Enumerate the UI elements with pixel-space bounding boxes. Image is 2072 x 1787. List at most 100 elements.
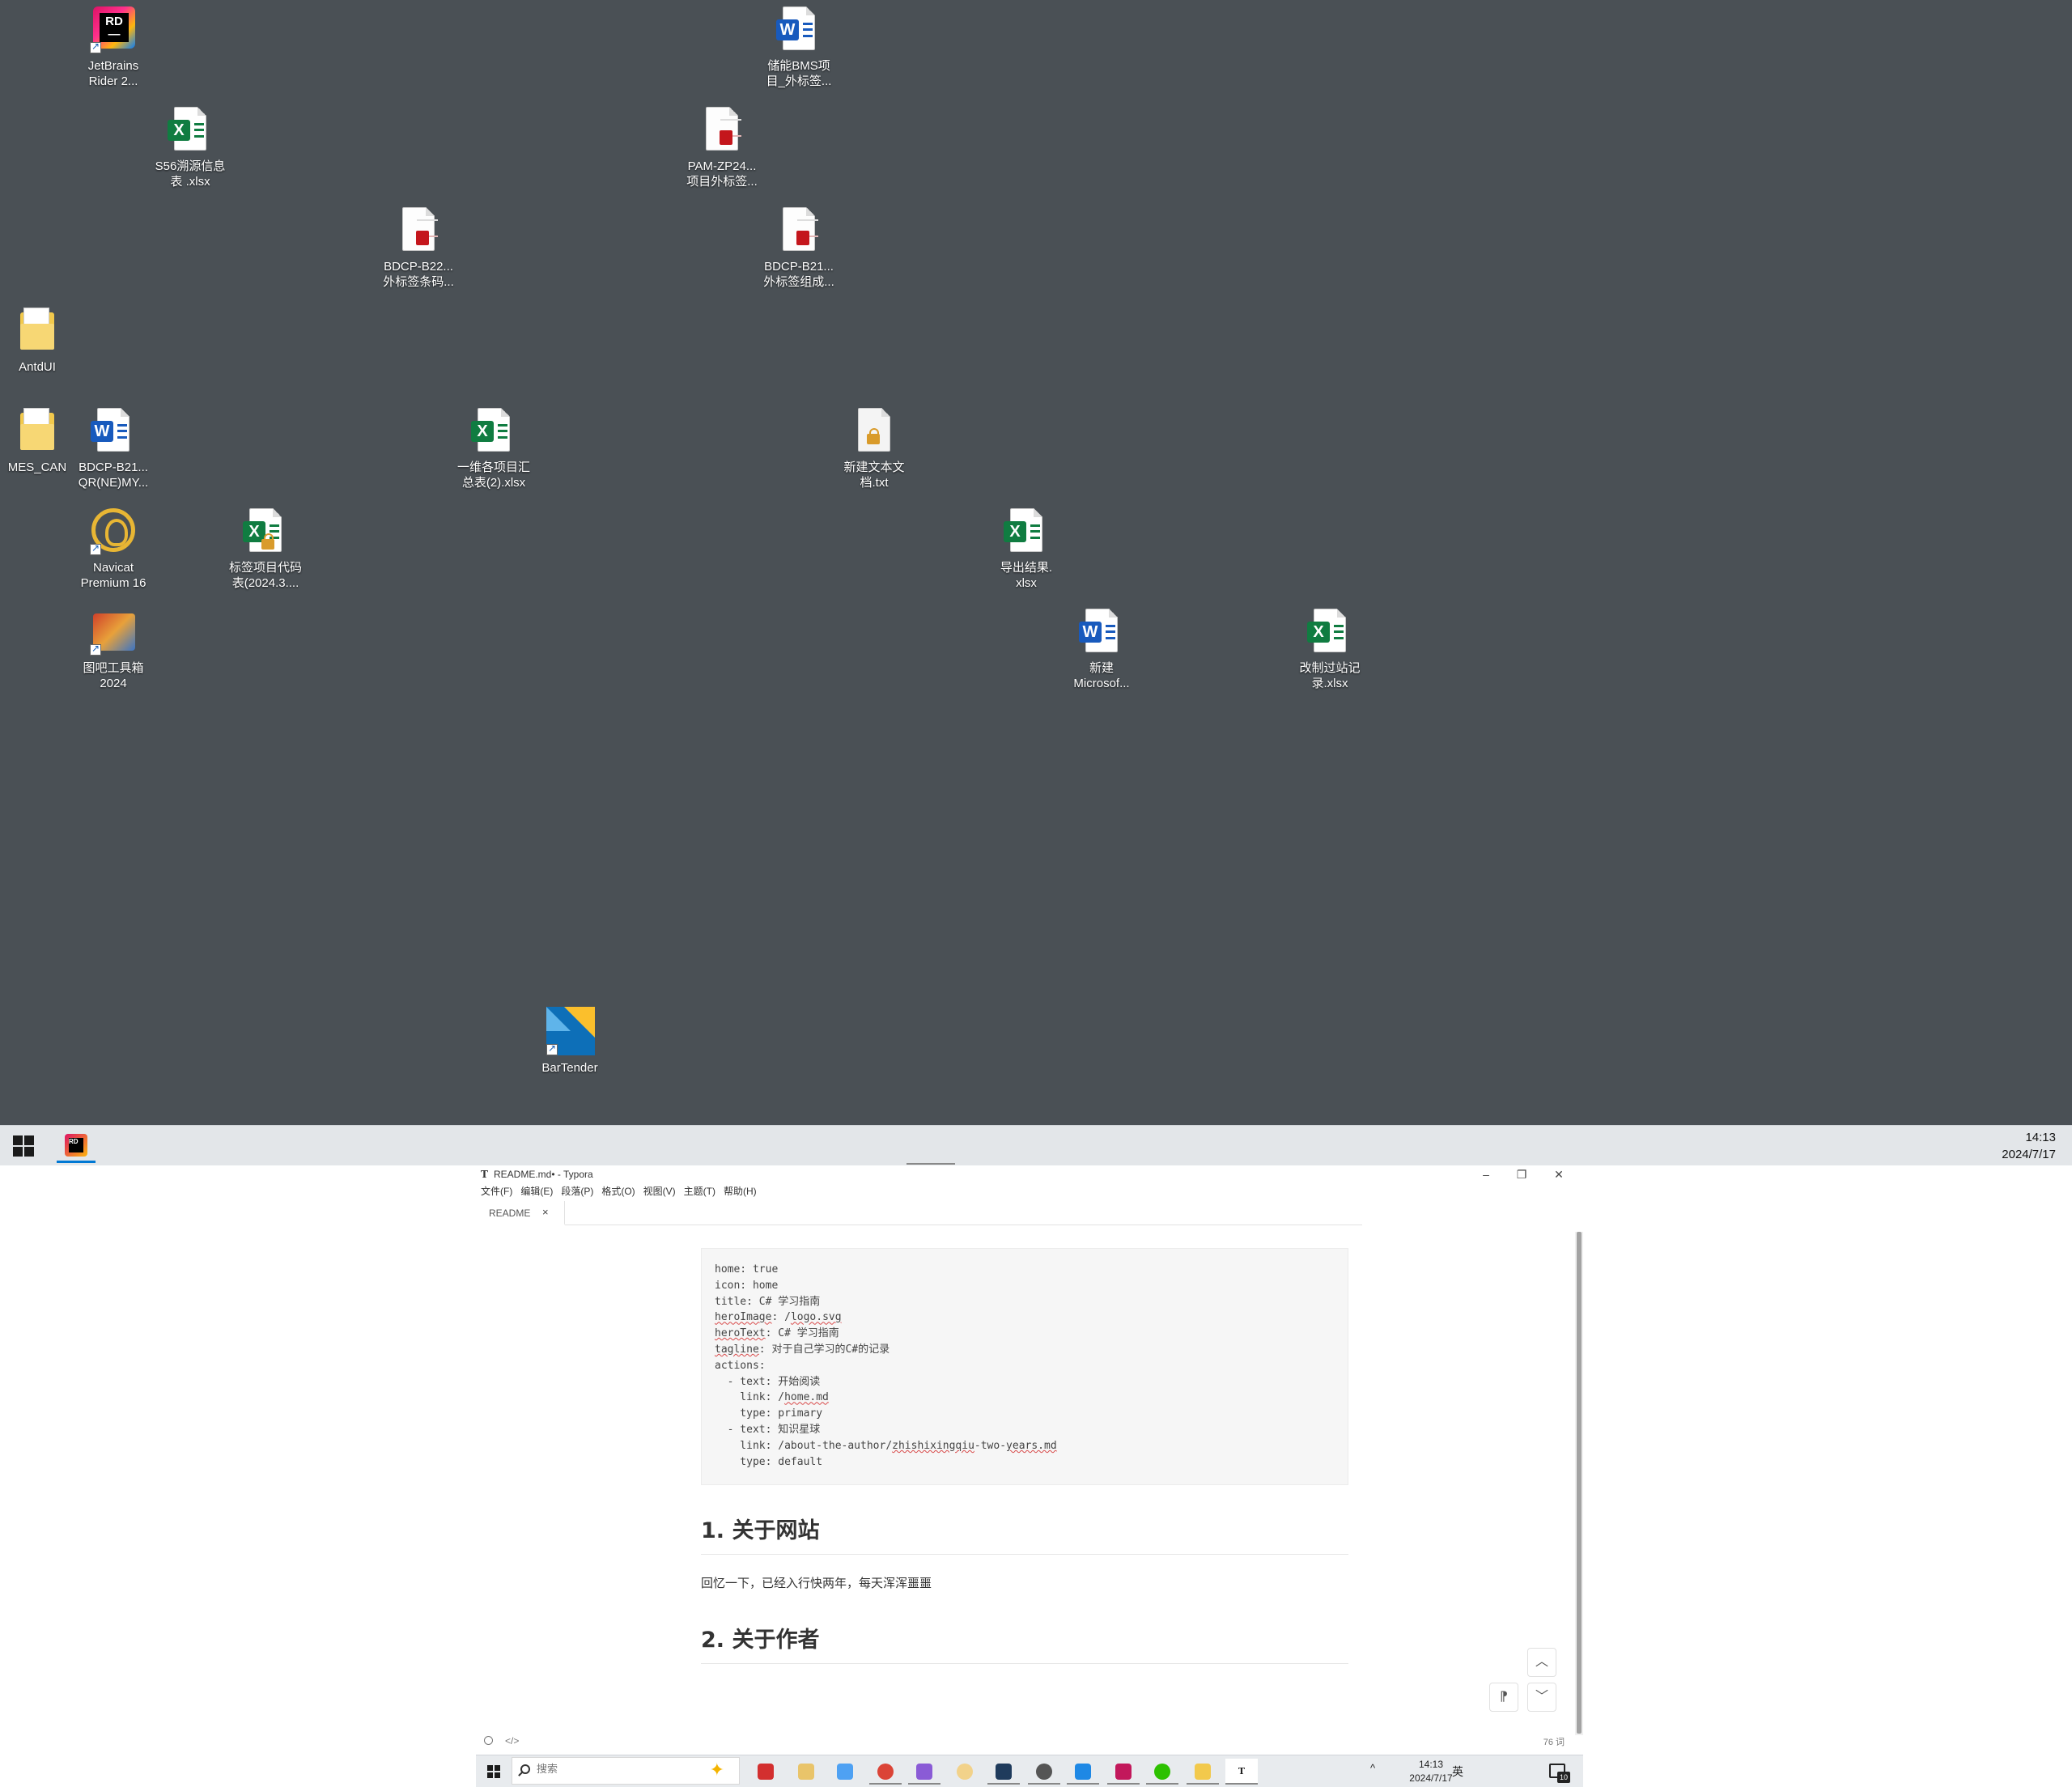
tray-overflow-chevron-icon[interactable]: ^ xyxy=(1370,1752,1375,1785)
code-line: type: default xyxy=(715,1454,1335,1471)
search-icon xyxy=(520,1764,530,1774)
close-button[interactable]: ✕ xyxy=(1541,1165,1577,1183)
desktop-icon-bartender[interactable]: BarTender xyxy=(525,1007,614,1076)
rider-icon xyxy=(65,1134,87,1157)
desktop-icon-new-word[interactable]: W 新建 Microsof... xyxy=(1057,607,1146,691)
spellcheck-flagged-word: heroImage xyxy=(715,1311,772,1324)
desktop-icon-label: 新建文本文 档.txt xyxy=(843,461,905,490)
typora-logo-icon: T xyxy=(481,1169,488,1180)
menu-themes[interactable]: 主题(T) xyxy=(680,1183,720,1199)
code-text: link: /about-the-author/ xyxy=(715,1439,893,1452)
taskbar-app-file-explorer[interactable] xyxy=(1187,1759,1219,1785)
word-doc-icon: W xyxy=(1076,607,1127,657)
code-line: heroImage: /logo.svg xyxy=(715,1309,1335,1326)
search-input[interactable] xyxy=(537,1763,658,1775)
copilot-sparkle-icon[interactable]: ✦ xyxy=(710,1759,724,1781)
taskbar-app-rider[interactable] xyxy=(1107,1759,1140,1785)
desktop-icon-bdcp-b21-doc[interactable]: W BDCP-B21... QR(NE)MY... xyxy=(69,406,158,490)
desktop-icon-bdcp-b22[interactable]: BDCP-B22... 外标签条码... xyxy=(374,206,463,290)
front-matter-code-block[interactable]: home: true icon: home title: C# 学习指南 heroIm… xyxy=(701,1248,1348,1486)
scroll-up-button[interactable]: ︿ xyxy=(1527,1648,1556,1677)
menu-format[interactable]: 格式(O) xyxy=(597,1183,639,1199)
word-count[interactable]: 76 词 xyxy=(1543,1735,1565,1748)
taskbar-app-wechat[interactable] xyxy=(1146,1759,1178,1785)
desktop-icon-antdui[interactable]: AntdUI xyxy=(0,306,82,375)
desktop-icon-pam-pdf[interactable]: PAM-ZP24... 项目外标签... xyxy=(677,105,766,189)
code-line: title: C# 学习指南 xyxy=(715,1294,1335,1310)
menu-edit[interactable]: 编辑(E) xyxy=(516,1183,557,1199)
scrollbar-thumb[interactable] xyxy=(1577,1232,1582,1734)
taskbar-app-chrome[interactable] xyxy=(869,1759,902,1785)
taskbar-app-typora[interactable]: T xyxy=(1225,1759,1258,1785)
desktop-icon-toolbox[interactable]: 图吧工具箱 2024 xyxy=(69,607,158,691)
spellcheck-flagged-word: home.md xyxy=(784,1391,829,1404)
scroll-down-button[interactable]: ﹀ xyxy=(1527,1683,1556,1712)
folder-icon xyxy=(12,406,62,456)
desktop-icon-s56-xlsx[interactable]: X S56溯源信息 表 .xlsx xyxy=(146,105,235,189)
code-text: type: primary xyxy=(715,1407,823,1420)
start-button[interactable] xyxy=(13,1135,34,1157)
bottom-taskbar: ✦ T ^ 14:13 2024/7/17 xyxy=(476,1755,1583,1787)
heading-about-author[interactable]: 2. 关于作者 xyxy=(701,1622,1348,1665)
taskbar-app-yellow[interactable] xyxy=(790,1759,822,1785)
taskbar-app-terminal[interactable] xyxy=(987,1759,1020,1785)
title-bar[interactable]: T README.md• - Typora – ❐ ✕ xyxy=(476,1165,1585,1183)
menu-view[interactable]: 视图(V) xyxy=(639,1183,680,1199)
monitor-edge-handle xyxy=(906,1163,955,1165)
editor-content[interactable]: home: true icon: home title: C# 学习指南 heroIm… xyxy=(701,1248,1348,1665)
code-text: : 对于自己学习的C#的记录 xyxy=(758,1343,890,1356)
minimize-button[interactable]: – xyxy=(1468,1165,1504,1183)
bartender-icon xyxy=(545,1007,595,1057)
desktop-icon-summary-xlsx[interactable]: X 一维各项目汇 总表(2).xlsx xyxy=(449,406,538,490)
taskbar-app-visual-studio[interactable] xyxy=(908,1759,940,1785)
word-doc-icon: W xyxy=(88,406,138,456)
desktop-icon-rider[interactable]: RD— JetBrains Rider 2... xyxy=(69,5,158,89)
restore-button[interactable]: ❐ xyxy=(1504,1165,1539,1183)
taskbar-search[interactable]: ✦ xyxy=(512,1757,740,1785)
tab-close-icon[interactable]: × xyxy=(542,1206,549,1218)
shortcut-arrow-icon xyxy=(90,542,101,555)
taskbar-app-rider[interactable] xyxy=(57,1129,96,1163)
desktop-icon-bdcp-b21-pdf[interactable]: BDCP-B21... 外标签组成... xyxy=(754,206,843,290)
desktop-icon-label: 一维各项目汇 总表(2).xlsx xyxy=(456,461,530,490)
outline-button[interactable]: ⁋ xyxy=(1489,1683,1518,1712)
desktop-icon-label: Navicat Premium 16 xyxy=(80,561,146,590)
code-line: actions: xyxy=(715,1358,1335,1374)
tab-label: README xyxy=(489,1208,531,1219)
code-line: tagline: 对于自己学习的C#的记录 xyxy=(715,1342,1335,1358)
spellcheck-flagged-word: heroText xyxy=(715,1327,766,1340)
desktop-icon-label-code-xlsx[interactable]: X 标签项目代码 表(2024.3.... xyxy=(221,507,310,591)
notification-center-icon[interactable]: 10 xyxy=(1549,1764,1570,1783)
start-button[interactable] xyxy=(487,1765,500,1778)
taskbar-app-red[interactable] xyxy=(749,1759,782,1785)
paragraph[interactable]: 回忆一下，已经入行快两年，每天浑浑噩噩 xyxy=(701,1574,1348,1591)
sidebar-toggle-icon[interactable] xyxy=(484,1736,493,1745)
desktop-icon-bms-doc[interactable]: W 储能BMS项 目_外标签... xyxy=(754,5,843,89)
desktop-icon-station-xlsx[interactable]: X 改制过站记 录.xlsx xyxy=(1285,607,1374,691)
vertical-scrollbar[interactable] xyxy=(1575,1232,1583,1735)
code-text: home: true xyxy=(715,1263,779,1276)
windows-logo-icon xyxy=(487,1765,500,1778)
code-line: heroText: C# 学习指南 xyxy=(715,1326,1335,1342)
desktop-icon-export-xlsx[interactable]: X 导出结果. xlsx xyxy=(982,507,1071,591)
desktop-icon-navicat[interactable]: Navicat Premium 16 xyxy=(69,507,158,591)
menu-file[interactable]: 文件(F) xyxy=(476,1183,516,1199)
heading-about-site[interactable]: 1. 关于网站 xyxy=(701,1513,1348,1556)
source-mode-toggle[interactable]: </> xyxy=(505,1735,519,1747)
desktop-icon-new-txt[interactable]: 新建文本文 档.txt xyxy=(830,406,919,490)
app-multicolor-icon xyxy=(837,1764,853,1780)
taskbar-app-weather[interactable] xyxy=(949,1759,981,1785)
app-yellow-icon xyxy=(798,1764,814,1780)
desktop-icon-label: BDCP-B22... 外标签条码... xyxy=(383,260,454,289)
menu-paragraph[interactable]: 段落(P) xyxy=(557,1183,597,1199)
taskbar-app-settings[interactable] xyxy=(1028,1759,1060,1785)
taskbar-clock[interactable]: 14:13 2024/7/17 xyxy=(2002,1129,2056,1163)
tab-bar: README × xyxy=(476,1201,1362,1225)
shortcut-arrow-icon xyxy=(90,643,101,656)
taskbar-app-multicolor[interactable] xyxy=(829,1759,861,1785)
menu-help[interactable]: 帮助(H) xyxy=(720,1183,761,1199)
tab-readme[interactable]: README × xyxy=(476,1201,565,1225)
terminal-icon xyxy=(996,1764,1012,1780)
taskbar-app-vscode[interactable] xyxy=(1067,1759,1099,1785)
ime-indicator[interactable]: 英 xyxy=(1452,1755,1463,1787)
